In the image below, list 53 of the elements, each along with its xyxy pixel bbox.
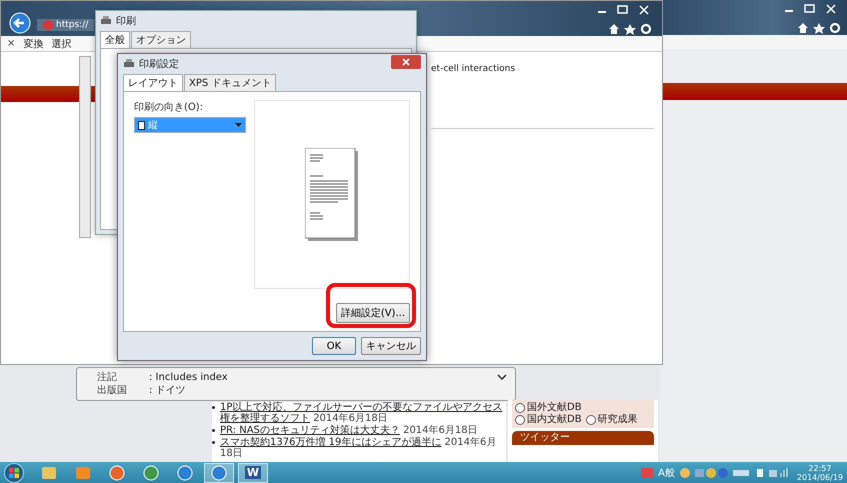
app-icon xyxy=(75,464,91,480)
checkbox[interactable] xyxy=(515,415,525,425)
close-toolbar-button[interactable]: × xyxy=(7,38,16,49)
toolbar-item[interactable]: 選択 xyxy=(51,36,72,50)
field-label: 注記 xyxy=(97,371,118,384)
home-star-gear-icon[interactable] xyxy=(608,23,654,35)
start-button-icon[interactable] xyxy=(4,462,24,482)
bullet-icon xyxy=(212,429,215,432)
taskbar-app-button[interactable] xyxy=(204,462,234,482)
news-item[interactable]: スマホ契約1376万件増 19年にはシェアが過半に 2014年6月18日 xyxy=(220,437,506,459)
chevron-down-icon[interactable] xyxy=(497,374,507,381)
app-icon xyxy=(177,464,193,480)
database-checkbox[interactable]: 国内文献DB xyxy=(515,414,582,426)
app-icon xyxy=(143,464,159,480)
back-button-icon[interactable] xyxy=(9,12,31,34)
page-icon xyxy=(138,120,145,130)
dialog-tab[interactable]: レイアウト xyxy=(123,74,183,91)
dialog-tab[interactable]: 全般 xyxy=(100,31,130,48)
checkbox[interactable] xyxy=(515,403,525,413)
printer-icon xyxy=(100,16,112,26)
database-checkbox[interactable]: 国外文献DB xyxy=(515,402,582,414)
printer-icon xyxy=(123,59,135,69)
dialog-button[interactable]: キャンセル xyxy=(361,337,421,355)
site-icon xyxy=(43,20,53,30)
orientation-label: 印刷の向き(O): xyxy=(134,100,204,114)
checkbox[interactable] xyxy=(586,415,596,425)
dropdown-arrow-icon xyxy=(235,123,242,127)
bullet-icon xyxy=(212,441,215,444)
news-item[interactable]: 1P以上で対応、ファイルサーバーの不要なファイルやアクセス権を整理するソフト 2014年6月18日 xyxy=(220,402,506,424)
field-value: : ドイツ xyxy=(149,384,186,397)
toolbar-item[interactable]: 変換 xyxy=(23,36,44,50)
database-checkbox[interactable]: 研究成果 xyxy=(586,414,638,426)
app-icon xyxy=(211,464,227,480)
bullet-icon xyxy=(212,406,215,409)
dialog-title: 印刷設定 xyxy=(139,58,179,71)
twitter-heading: ツイッター xyxy=(512,431,654,445)
taskbar-app-button[interactable]: W xyxy=(238,462,268,482)
page-text: et-cell interactions xyxy=(431,64,516,74)
field-label: 出版国 xyxy=(97,384,128,397)
app-icon xyxy=(41,464,57,480)
browser-tab[interactable]: https:// xyxy=(37,19,94,31)
dialog-title: 印刷 xyxy=(116,14,136,28)
news-item[interactable]: PR: NASのセキュリティ対策は大丈夫？ 2014年6月18日 xyxy=(220,425,478,436)
dialog-tab[interactable]: オプション xyxy=(131,31,191,48)
dialog-button[interactable]: OK xyxy=(312,337,356,355)
home-star-gear-icon[interactable] xyxy=(797,22,843,34)
advanced-settings-button[interactable]: 詳細設定(V)... xyxy=(336,303,410,323)
app-icon xyxy=(109,464,125,480)
tray-icons[interactable] xyxy=(678,466,789,478)
clock[interactable]: 22:57 2014/06/19 xyxy=(796,464,843,482)
field-value: : Includes index xyxy=(149,371,228,384)
close-icon[interactable] xyxy=(391,55,421,69)
dialog-tab[interactable]: XPS ドキュメント xyxy=(184,74,276,91)
